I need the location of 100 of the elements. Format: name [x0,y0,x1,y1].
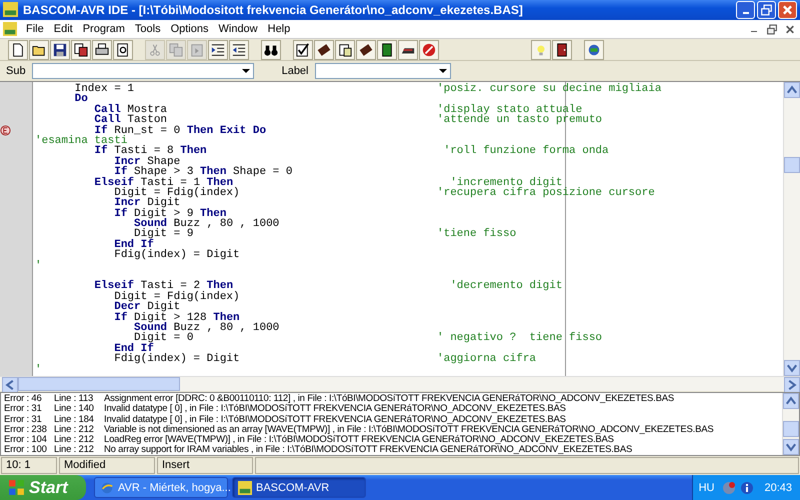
toolbar-button[interactable] [92,40,112,60]
minimize-icon [750,30,758,32]
code-line: Digit = Fdig(index) [113,292,241,302]
taskbar-button[interactable]: BASCOM-AVR [232,477,366,498]
paste-icon [190,42,204,57]
code-comment: 'aggiorna cifra [437,354,536,365]
app-logo-icon [238,480,252,495]
error-line: Line : 140 [54,404,95,415]
close-button[interactable] [778,0,797,19]
chip-icon [359,42,373,57]
report-icon [338,42,352,57]
code-line: End If [113,240,154,250]
binoculars-icon [264,42,278,57]
code-line: Decr Digit [113,302,180,313]
toolbar-button[interactable] [377,40,397,60]
dropdown-caret-icon[interactable] [242,68,250,73]
document-stack-icon [74,42,88,57]
clock: 20:43 [764,482,792,494]
code-line: If Digit > 9 Then [113,208,226,220]
code-line: Incr Digit [113,198,180,209]
taskbar-button[interactable]: AVR - Miértek, hogya... [94,477,228,498]
error-line: Line : 113 [54,394,94,404]
code-line: Sound Buzz , 80 , 1000 [133,322,280,334]
error-code: Error : 31 [4,414,43,425]
menu-item[interactable]: File [21,22,49,36]
toolbar-button[interactable] [552,40,572,60]
status-panel: Modified [59,457,155,474]
code-line: Digit = 0 [134,333,194,344]
minimize-icon [742,12,750,14]
code-comment: 'display stato attuale [437,104,582,116]
vertical-scrollbar[interactable] [783,82,800,376]
toolbar-button[interactable] [293,40,313,60]
toolbar-button[interactable] [314,40,334,60]
toolbar-button[interactable] [208,40,228,60]
magnifier-page-icon [116,42,130,57]
code-line: Elseif Tasti = 2 Then [93,281,234,292]
code-line: Do [74,94,89,105]
menu-item[interactable]: Options [166,22,214,36]
error-message: Invalid datatype [ 0] , in File : I:\TóBI\MODOSíTOTT FREKVENCIA GENERáTOR\NO_ADCONV_EKEZETES.BAS [104,404,566,415]
code-line: Call Mostra [93,104,168,116]
toolbar-button[interactable] [335,40,355,60]
app-logo-icon [3,2,18,18]
copy-icon [169,42,183,57]
minimize-button[interactable] [736,0,755,19]
code-line: Fdig(index) = Digit [113,250,241,261]
scrollbar-thumb[interactable] [784,156,800,173]
toolbar-button[interactable] [113,40,133,60]
menu-item[interactable]: Help [262,22,296,36]
code-line: Digit = 9 [134,229,194,240]
printer-icon [95,42,109,57]
code-line: If Tasti = 8 Then [93,146,208,157]
info-icon[interactable] [740,480,754,495]
document-icon [11,42,25,57]
scissors-icon [148,42,162,57]
code-comment: ' [35,260,42,272]
code-comment: 'attende un tasto premuto [437,115,602,126]
scrollbar-thumb[interactable] [783,420,799,437]
code-comment: 'roll funzione forma onda [442,146,609,157]
toolbar-button[interactable] [398,40,418,60]
error-line: Line : 184 [54,414,95,425]
toolbar-button[interactable] [229,40,249,60]
toolbar-button[interactable] [356,40,376,60]
code-line: End If [113,344,154,354]
error-message: Invalid datatype [ 0] , in File : I:\TóBI\MODOSíTOTT FREKVENCIA GENERáTOR\NO_ADCONV_EKEZETES.BAS [104,414,566,425]
close-icon [781,4,794,16]
stop-icon [422,42,436,57]
error-code: Error : 238 [4,424,48,435]
dropdown-caret-icon[interactable] [438,68,446,73]
outdent-icon [232,42,246,57]
code-line: Sound Buzz , 80 , 1000 [133,219,280,230]
vertical-scrollbar[interactable] [782,392,799,455]
menu-item[interactable]: Edit [48,22,78,36]
restore-button[interactable] [757,0,776,19]
toolbar-button[interactable] [71,40,91,60]
toolbar-button[interactable] [8,40,28,60]
error-line: Line : 212 [54,435,95,446]
restore-icon [766,24,778,35]
error-message: Variable is not dimensioned as an array [WAVE(TMPW)] , in File : I:\TóBI\MODOSíTOTT FREKVENCIA GENERáTOR\NO_ADCONV_EKEZETES.BAS [104,424,714,435]
toolbar-button[interactable] [261,40,281,60]
code-line: Call Taston [93,115,168,126]
toolbar-button[interactable] [29,40,49,60]
scrollbar-thumb[interactable] [18,376,180,391]
code-comment: ' negativo ? tiene fisso [437,333,602,344]
sub-label: Sub [6,64,26,77]
error-line: Line : 212 [54,445,95,455]
menu-item[interactable]: Tools [130,22,166,36]
error-code: Error : 46 [4,394,43,404]
horizontal-scrollbar[interactable] [0,376,800,391]
windows-flag-icon [8,479,25,496]
restore-button[interactable] [765,22,779,36]
menu-item[interactable]: Program [78,22,130,36]
code-comment: 'recupera cifra posizione cursore [437,188,655,198]
code-line: If Digit > 128 Then [113,312,241,323]
close-button[interactable] [783,22,797,36]
toolbar-button[interactable] [50,40,70,60]
code-comment: 'posiz. cursore su decine migliaia [437,84,662,94]
menu-item[interactable]: Window [214,22,263,36]
label-label: Label [282,64,308,77]
code-line: Index = 1 [74,84,136,94]
error-message: Assignment error [DDRC: 0 &B00110110: 112] , in File : I:\TóBI\MODOSíTOTT FREKVENCIA GENERáTOR\NO_ADCONV_EKEZETES.BAS [104,394,674,404]
